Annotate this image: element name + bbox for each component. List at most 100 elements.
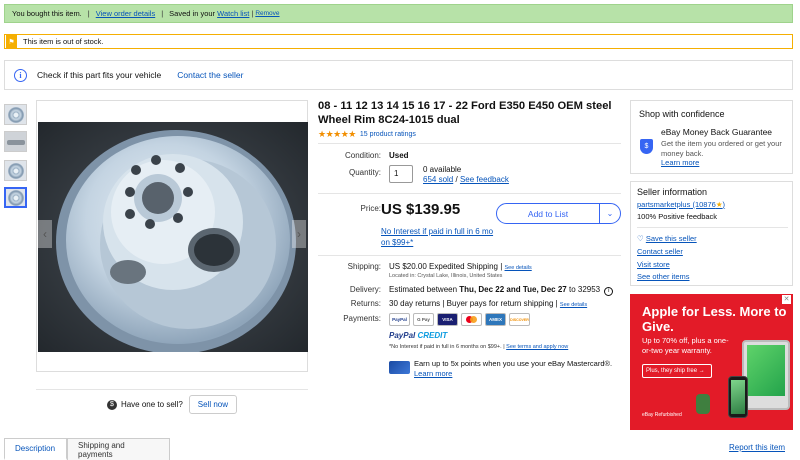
- bought-text: You bought this item.: [12, 9, 82, 18]
- ad-cta-button[interactable]: Plus, they ship free →: [642, 364, 712, 378]
- shipping-label: Shipping:: [347, 262, 381, 271]
- sell-now-button[interactable]: Sell now: [188, 395, 238, 414]
- heart-icon: ♡: [637, 234, 644, 243]
- returns-label: Returns:: [350, 299, 381, 308]
- credit-note: *No Interest if paid in full in 6 months…: [389, 344, 568, 350]
- mastercard-icon: [461, 313, 482, 326]
- next-image-button[interactable]: ›: [292, 220, 306, 248]
- amex-icon: AMEX: [485, 313, 506, 326]
- separator: |: [161, 9, 164, 18]
- tab-shipping-payments[interactable]: Shipping and payments: [67, 438, 170, 460]
- divider: [318, 255, 621, 256]
- delivery-zip: to 32953: [568, 285, 601, 294]
- thumbnail-1[interactable]: [4, 104, 27, 125]
- main-image-frame: ‹ ›: [36, 100, 308, 372]
- confidence-learn-more-link[interactable]: Learn more: [661, 158, 699, 167]
- info-clock-icon[interactable]: i: [604, 287, 614, 296]
- paypal-icon: PayPal: [389, 313, 410, 326]
- no-interest-link[interactable]: No Interest if paid in full in 6 mo on $…: [381, 226, 496, 248]
- sold-count-link[interactable]: 654 sold: [423, 175, 453, 184]
- apple-refurbished-ad[interactable]: ✕ Apple for Less. More to Give. Up to 70…: [630, 294, 793, 430]
- out-of-stock-alert: ⚑ This item is out of stock.: [4, 34, 793, 49]
- delivery-label: Delivery:: [349, 285, 381, 294]
- info-icon: i: [14, 68, 27, 82]
- ad-headline: Apple for Less. More to Give.: [642, 304, 787, 334]
- add-to-list-button[interactable]: Add to List ⌄: [496, 203, 621, 224]
- shipping-value: US $20.00 Expedited Shipping | See detai…: [389, 262, 532, 271]
- add-to-list-label: Add to List: [527, 208, 569, 219]
- phone-image: [728, 376, 748, 418]
- prev-image-button[interactable]: ‹: [38, 220, 52, 248]
- item-location: Located in: Crystal Lake, Illinois, Unit…: [389, 273, 503, 279]
- sell-question: Have one to sell?: [120, 400, 183, 409]
- wheel-rim-photo: [38, 122, 308, 352]
- price-value: US $139.95: [381, 201, 461, 218]
- available-count: 0 available: [423, 165, 462, 174]
- contact-seller-link[interactable]: Contact the seller: [177, 70, 243, 80]
- save-seller-link[interactable]: ♡ Save this seller: [637, 234, 697, 243]
- product-rating[interactable]: ★★★★★ 15 product ratings: [318, 129, 416, 140]
- divider: [637, 227, 788, 228]
- google-pay-icon: G Pay: [413, 313, 434, 326]
- see-other-items-link[interactable]: See other items: [637, 272, 690, 281]
- seller-heading: Seller information: [637, 187, 708, 197]
- purchase-status-bar: You bought this item. | View order detai…: [4, 4, 793, 23]
- positive-feedback: 100% Positive feedback: [637, 212, 718, 221]
- thumbnail-4[interactable]: [4, 187, 27, 208]
- discover-icon: DISCOVER: [509, 313, 530, 326]
- confidence-heading: Shop with confidence: [639, 109, 725, 119]
- view-order-link[interactable]: View order details: [96, 9, 155, 18]
- visa-icon: VISA: [437, 313, 458, 326]
- mastercard-offer: Earn up to 5x points when you use your e…: [414, 359, 624, 379]
- thumbnail-3[interactable]: [4, 160, 27, 181]
- divider: [318, 143, 621, 144]
- sold-feedback: 654 sold / See feedback: [423, 175, 509, 184]
- seller-information: Seller information partsmarketplus (1087…: [630, 181, 793, 286]
- laptop-image: [742, 340, 790, 410]
- close-ad-icon[interactable]: ✕: [782, 295, 791, 304]
- returns-text: 30 day returns | Buyer pays for return s…: [389, 299, 558, 308]
- fitment-bar: i Check if this part fits your vehicle C…: [4, 60, 793, 90]
- tab-description[interactable]: Description: [4, 438, 67, 460]
- condition-value: Used: [389, 151, 409, 160]
- shipping-cost: US $20.00 Expedited Shipping |: [389, 262, 503, 271]
- quantity-input[interactable]: 1: [389, 165, 413, 183]
- separator: |: [251, 9, 254, 18]
- flag-icon: ⚑: [6, 35, 17, 48]
- seller-name-link[interactable]: partsmarketplus: [637, 200, 690, 209]
- ratings-link[interactable]: 15 product ratings: [360, 131, 416, 138]
- seller-name-row: partsmarketplus (10876★): [637, 200, 726, 209]
- money-back-desc: Get the item you ordered or get your mon…: [661, 139, 782, 158]
- returns-value: 30 day returns | Buyer pays for return s…: [389, 299, 587, 308]
- dollar-icon: $: [106, 399, 117, 410]
- wheel-rim-image: [38, 122, 308, 352]
- price-label: Price:: [360, 204, 381, 213]
- see-feedback-link[interactable]: See feedback: [460, 175, 509, 184]
- credit-terms-link[interactable]: See terms and apply now: [506, 344, 568, 350]
- fitment-text: Check if this part fits your vehicle: [37, 70, 162, 80]
- contact-seller-link[interactable]: Contact seller: [637, 247, 683, 256]
- ebay-refurbished-logo: eBay Refurbished: [642, 412, 682, 418]
- condition-label: Condition:: [344, 151, 381, 160]
- paypal-credit-logo: PayPal CREDIT: [389, 331, 448, 340]
- payments-label: Payments:: [343, 314, 381, 323]
- listing-title: 08 - 11 12 13 14 15 16 17 - 22 Ford E350…: [318, 100, 612, 126]
- watch-list-link[interactable]: Watch list: [217, 9, 249, 18]
- thumbnail-2[interactable]: [4, 131, 27, 152]
- ad-subtext: Up to 70% off, plus a one-or-two year wa…: [642, 336, 729, 355]
- credit-note-text: *No Interest if paid in full in 6 months…: [389, 344, 505, 350]
- watch-image: [696, 394, 710, 414]
- seller-score[interactable]: (10876: [692, 200, 715, 209]
- report-item-link[interactable]: Report this item: [729, 443, 785, 452]
- sell-prompt: $ Have one to sell? Sell now: [36, 389, 308, 419]
- delivery-value: Estimated between Thu, Dec 22 and Tue, D…: [389, 285, 614, 296]
- visit-store-link[interactable]: Visit store: [637, 260, 670, 269]
- delivery-range: Thu, Dec 22 and Tue, Dec 27: [459, 285, 567, 294]
- divider: [318, 193, 621, 194]
- mastercard-learn-more-link[interactable]: Learn more: [414, 369, 452, 378]
- chevron-down-icon[interactable]: ⌄: [599, 204, 620, 223]
- remove-link[interactable]: Remove: [255, 10, 279, 17]
- shipping-details-link[interactable]: See details: [505, 265, 532, 271]
- shop-with-confidence: Shop with confidence $ eBay Money Back G…: [630, 100, 793, 174]
- returns-details-link[interactable]: See details: [560, 302, 587, 308]
